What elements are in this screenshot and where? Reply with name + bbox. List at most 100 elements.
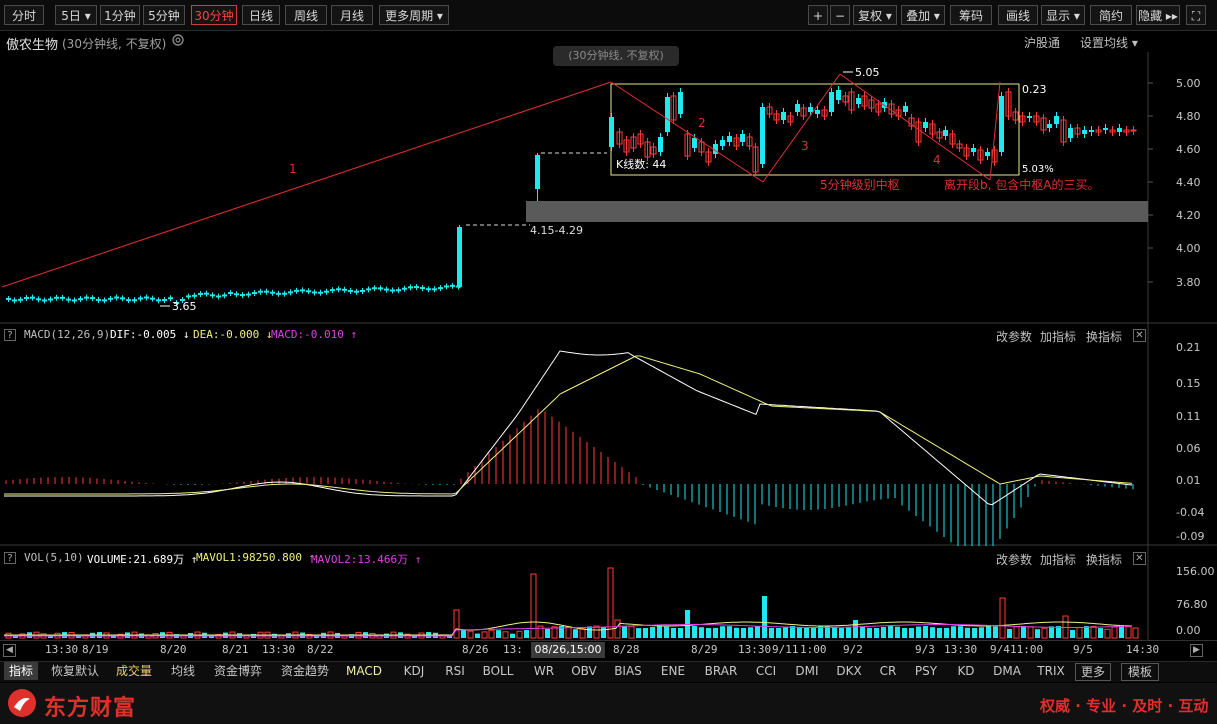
chips-button[interactable]: 筹码	[950, 5, 992, 25]
brand-slogan: 权威 · 专业 · 及时 · 互动	[1040, 697, 1209, 715]
volume-bar	[755, 626, 760, 638]
macd-chart[interactable]: 0.21 0.15 0.11 0.06 0.01 -0.04 -0.09	[0, 324, 1217, 546]
candle-body	[360, 289, 365, 292]
candle-body	[192, 294, 197, 297]
volume-chart[interactable]: 156.00 76.80 0.00	[0, 546, 1217, 640]
period-tab-day[interactable]: 日线	[242, 5, 280, 25]
indicator-tab-8[interactable]: RSI	[440, 662, 470, 680]
vol-tick-label: 76.80	[1176, 598, 1208, 611]
time-tick-label: 9/4	[990, 643, 1010, 656]
volume-bar	[692, 626, 697, 638]
volume-bar	[488, 629, 495, 639]
time-tick-label: 11:00	[1010, 643, 1044, 656]
vol-tick-label: 0.00	[1176, 624, 1201, 637]
candlesticks	[6, 86, 1137, 306]
candle-body	[971, 148, 976, 152]
indicator-tab-20[interactable]: KD	[952, 662, 980, 680]
volume-bar	[965, 627, 970, 638]
period-tab-timeshare[interactable]: 分时	[4, 5, 44, 25]
candle-body	[276, 292, 281, 295]
period-tab-week[interactable]: 周线	[285, 5, 327, 25]
candle-body	[795, 104, 800, 112]
volume-bar	[699, 627, 704, 638]
period-tab-1min[interactable]: 1分钟	[100, 5, 140, 25]
indicator-tab-3[interactable]: 均线	[166, 662, 200, 680]
settings-gear-icon[interactable]	[171, 33, 185, 47]
indicator-tab-21[interactable]: DMA	[989, 662, 1025, 680]
candle-body	[1130, 129, 1137, 132]
zoom-out-button[interactable]: −	[830, 5, 850, 25]
candle-body	[294, 289, 299, 292]
period-tab-30min[interactable]: 30分钟	[191, 5, 237, 25]
volume-bar	[853, 620, 858, 638]
dea-line	[4, 355, 1133, 495]
candle-body	[985, 152, 990, 156]
indicator-tab-15[interactable]: CCI	[750, 662, 782, 680]
brand-name: 东方财富	[44, 696, 137, 721]
seg3-label: 3	[801, 139, 809, 153]
candle-body	[12, 299, 17, 302]
candle-body	[1054, 116, 1059, 124]
overlay-dropdown[interactable]: 叠加 ▾	[901, 5, 945, 25]
indicator-tab-22[interactable]: TRIX	[1033, 662, 1069, 680]
period-tab-5min[interactable]: 5分钟	[143, 5, 185, 25]
box-pct-label: 5.03%	[1022, 164, 1054, 175]
market-link[interactable]: 沪股通	[1024, 34, 1060, 51]
ma-setting-dropdown[interactable]: 设置均线 ▾	[1080, 34, 1138, 51]
period-tab-month[interactable]: 月线	[331, 5, 373, 25]
candle-body	[808, 107, 813, 112]
low-price-label: 3.65	[172, 300, 197, 313]
candle-body	[1103, 128, 1108, 130]
time-tick-label: 8/19	[82, 643, 109, 656]
indicator-tab-12[interactable]: BIAS	[610, 662, 646, 680]
volume-bar	[678, 628, 683, 638]
indicator-tab-18[interactable]: CR	[874, 662, 902, 680]
fullscreen-icon[interactable]: ⛶	[1186, 5, 1206, 25]
time-tick-label: 9/2	[843, 643, 863, 656]
candle-body	[402, 287, 407, 290]
time-tick-label: 9/11	[772, 643, 799, 656]
scroll-left-icon[interactable]: ◀	[3, 644, 16, 657]
candle-body	[336, 288, 341, 291]
indicator-tab-23[interactable]: 更多	[1075, 663, 1111, 681]
indicator-tab-5[interactable]: 资金趋势	[276, 662, 334, 680]
more-periods-dropdown[interactable]: 更多周期 ▾	[379, 5, 449, 25]
candle-body	[108, 297, 113, 300]
volume-bar	[453, 609, 460, 639]
indicator-tab-6[interactable]: MACD	[343, 662, 385, 680]
indicator-tab-16[interactable]: DMI	[790, 662, 824, 680]
draw-button[interactable]: 画线	[998, 5, 1038, 25]
adjust-dropdown[interactable]: 复权 ▾	[853, 5, 897, 25]
price-tick-label: 4.00	[1176, 242, 1201, 255]
simple-button[interactable]: 简约	[1090, 5, 1132, 25]
price-chart[interactable]: 1 2 3 4 5.05 3.65 4.15-4.29 0.23 5.03% K…	[0, 52, 1217, 324]
indicator-tab-1[interactable]: 恢复默认	[46, 662, 104, 680]
zoom-in-button[interactable]: +	[808, 5, 828, 25]
candle-body	[252, 292, 257, 295]
volume-bar	[839, 628, 844, 638]
indicator-tab-14[interactable]: BRAR	[701, 662, 741, 680]
time-tick-label: 9/5	[1073, 643, 1093, 656]
candle-body	[132, 299, 137, 302]
indicator-tab-0[interactable]: 指标	[4, 662, 38, 680]
candle-body	[114, 296, 119, 299]
candle-body	[42, 299, 47, 302]
indicator-tab-10[interactable]: WR	[528, 662, 560, 680]
indicator-tab-13[interactable]: ENE	[655, 662, 691, 680]
candle-body	[72, 299, 77, 302]
indicator-tab-11[interactable]: OBV	[567, 662, 601, 680]
indicator-tab-24[interactable]: 模板	[1121, 663, 1159, 681]
indicator-tab-7[interactable]: KDJ	[397, 662, 431, 680]
indicator-tab-17[interactable]: DKX	[832, 662, 866, 680]
hide-button[interactable]: 隐藏 ▸▸	[1136, 5, 1180, 25]
candle-body	[102, 299, 107, 302]
stock-name: 傲农生物	[6, 38, 59, 53]
scroll-right-icon[interactable]: ▶	[1190, 644, 1203, 657]
display-dropdown[interactable]: 显示 ▾	[1041, 5, 1085, 25]
volume-bar	[741, 628, 746, 638]
indicator-tab-19[interactable]: PSY	[910, 662, 942, 680]
indicator-tab-4[interactable]: 资金博弈	[209, 662, 267, 680]
indicator-tab-2[interactable]: 成交量	[110, 662, 158, 680]
indicator-tab-9[interactable]: BOLL	[479, 662, 517, 680]
period-tab-5day[interactable]: 5日 ▾	[55, 5, 97, 25]
